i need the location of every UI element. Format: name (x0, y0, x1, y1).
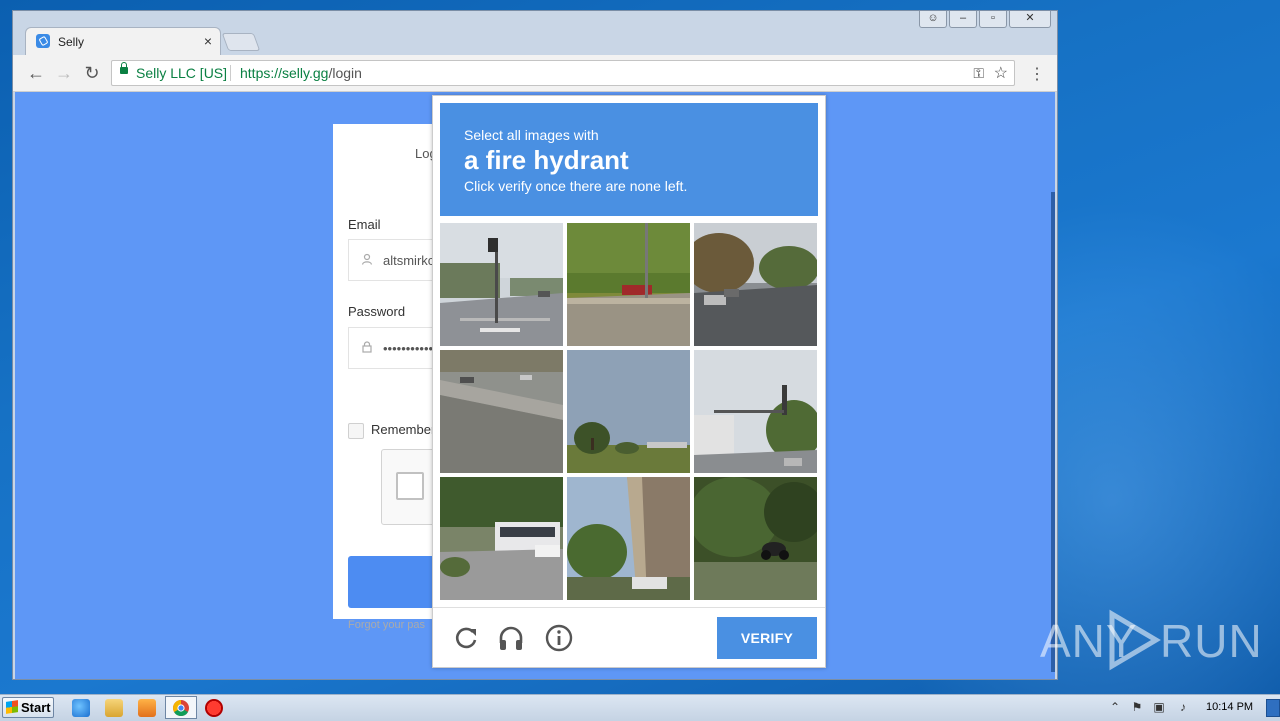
network-icon[interactable]: ▣ (1152, 700, 1166, 714)
forward-arrow-icon[interactable]: → (53, 62, 75, 84)
remember-checkbox[interactable] (348, 423, 364, 439)
bookmark-star-icon[interactable]: ☆ (994, 63, 1008, 83)
close-window-button[interactable]: ✕ (1009, 11, 1051, 28)
taskbar: Start ⌃ ⚑ ▣ ♪ 10:14 PM (0, 694, 1280, 721)
user-icon[interactable]: ☺ (919, 11, 947, 28)
maximize-button[interactable]: ▫ (979, 11, 1007, 28)
media-player-icon[interactable] (138, 699, 156, 717)
url-host: https://selly.gg (240, 65, 329, 81)
instruction-target: a fire hydrant (464, 145, 629, 175)
folder-icon[interactable] (105, 699, 123, 717)
internet-explorer-icon[interactable] (72, 699, 90, 717)
reload-icon[interactable] (451, 623, 481, 653)
image-tile-street-traffic-light[interactable] (694, 350, 817, 473)
image-tile-bus-parking-lot[interactable] (440, 477, 563, 600)
user-icon (361, 253, 373, 265)
reload-page-icon[interactable]: ↻ (81, 62, 103, 84)
minimize-button[interactable]: – (949, 11, 977, 28)
scrollbar[interactable] (1051, 192, 1055, 672)
tab-close-icon[interactable]: × (204, 33, 212, 49)
secure-lock-icon (120, 62, 128, 74)
address-bar[interactable]: Selly LLC [US] https://selly.gg/login ⚿ … (111, 60, 1015, 86)
ev-cert-org: Selly LLC [US] (136, 65, 228, 81)
image-tile-street-intersection[interactable] (440, 223, 563, 346)
back-arrow-icon[interactable]: ← (25, 62, 47, 84)
window-controls: ☺ – ▫ ✕ (919, 11, 1051, 28)
tab-title: Selly (58, 35, 85, 49)
lock-icon (361, 341, 373, 353)
image-tile-trees-field[interactable] (567, 350, 690, 473)
recaptcha-challenge: Select all images with a fire hydrant Cl… (432, 95, 826, 668)
browser-tab[interactable]: Selly × (25, 27, 221, 55)
opera-icon[interactable] (205, 699, 223, 717)
show-hidden-icons-icon[interactable]: ⌃ (1108, 700, 1122, 714)
image-tile-overpass-trees[interactable] (567, 477, 690, 600)
volume-icon[interactable]: ♪ (1176, 700, 1190, 714)
forgot-password-link[interactable]: Forgot your pas (348, 619, 425, 631)
password-value: •••••••••••• (383, 341, 438, 356)
challenge-header: Select all images with a fire hydrant Cl… (440, 103, 818, 216)
image-grid (440, 223, 818, 601)
password-label: Password (348, 304, 406, 319)
watermark-right: RUN (1160, 615, 1263, 667)
browser-toolbar: ← → ↻ Selly LLC [US] https://selly.gg/lo… (13, 55, 1057, 92)
system-tray: ⌃ ⚑ ▣ ♪ 10:14 PM (1104, 695, 1280, 721)
audio-icon[interactable] (496, 623, 526, 653)
show-desktop-button[interactable] (1266, 699, 1280, 717)
image-tile-wall-grass-car[interactable] (567, 223, 690, 346)
windows-logo-icon (6, 700, 18, 714)
key-icon[interactable]: ⚿ (973, 65, 984, 82)
browser-menu-icon[interactable]: ⋮ (1029, 64, 1045, 84)
anyrun-watermark: ANY RUN (1040, 608, 1262, 672)
verify-button[interactable]: VERIFY (717, 617, 817, 659)
start-label: Start (21, 700, 51, 715)
chrome-taskbar-button[interactable] (165, 696, 197, 719)
instruction-line3: Click verify once there are none left. (464, 178, 688, 194)
email-label: Email (348, 217, 381, 232)
selly-favicon-icon (36, 34, 50, 48)
recaptcha-checkbox[interactable] (396, 472, 424, 500)
image-tile-trees-motorcycle[interactable] (694, 477, 817, 600)
url-path: /login (328, 65, 362, 81)
challenge-divider (433, 607, 825, 608)
new-tab-button[interactable] (221, 33, 261, 51)
action-center-flag-icon[interactable]: ⚑ (1130, 700, 1144, 714)
instruction-line1: Select all images with (464, 127, 599, 143)
remember-label: Remember (371, 422, 436, 437)
email-value: altsmirkc (383, 253, 435, 268)
url-text: https://selly.gg/login (240, 65, 362, 81)
image-tile-highway-barrier[interactable] (440, 350, 563, 473)
chrome-icon (173, 700, 189, 717)
start-button[interactable]: Start (2, 697, 54, 718)
omnibox-separator (230, 65, 231, 81)
play-logo-icon (1109, 609, 1161, 671)
image-tile-street-autumn-cars[interactable] (694, 223, 817, 346)
info-icon[interactable] (544, 623, 574, 653)
clock[interactable]: 10:14 PM (1206, 701, 1253, 713)
